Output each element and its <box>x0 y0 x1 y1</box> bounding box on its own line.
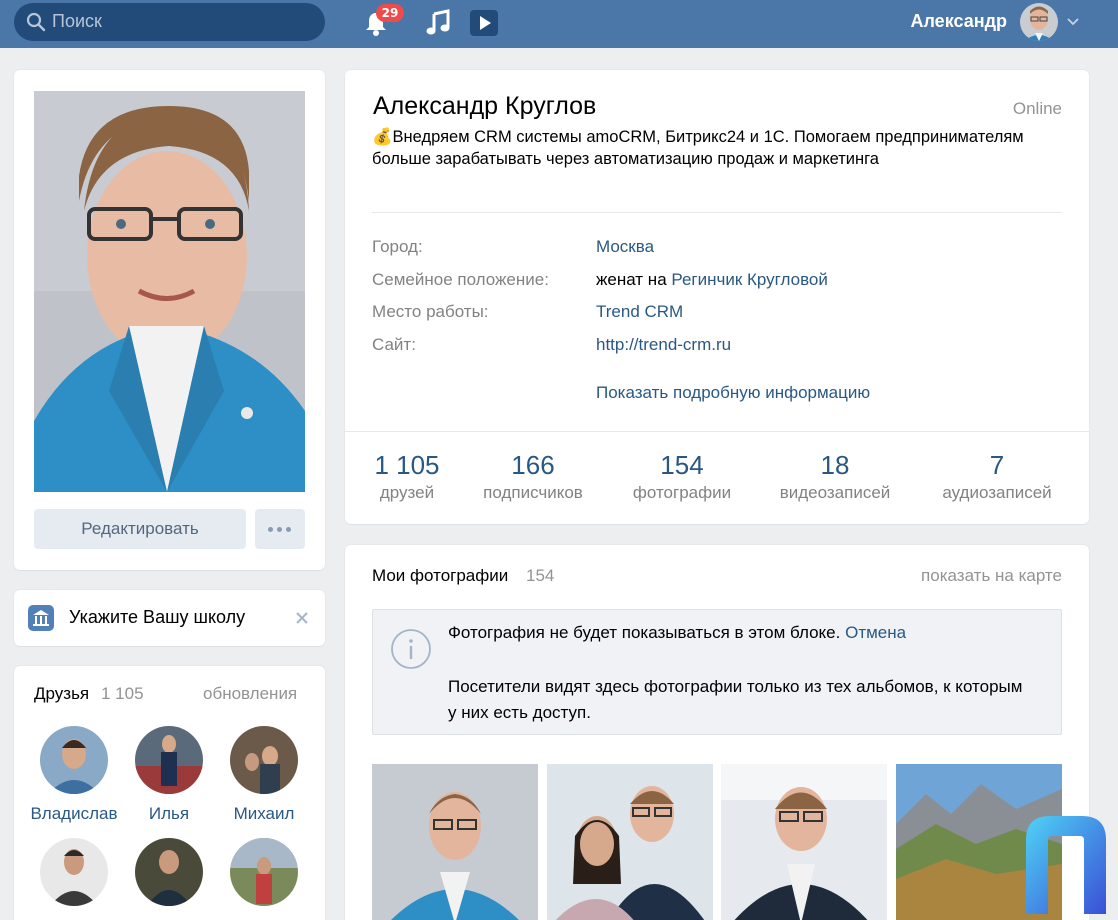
site-link[interactable]: http://trend-crm.ru <box>596 335 731 355</box>
show-details-link[interactable]: Показать подробную информацию <box>596 383 870 403</box>
friend-name: Владислав <box>30 804 118 823</box>
watermark-logo-icon <box>1026 816 1106 914</box>
city-label: Город: <box>372 237 423 256</box>
spouse-link[interactable]: Регинчик Кругловой <box>671 270 828 289</box>
stat-number: 154 <box>660 450 704 480</box>
school-icon <box>28 605 54 631</box>
stat-audios[interactable]: 7 аудиозаписей <box>932 450 1062 503</box>
close-icon[interactable] <box>294 610 310 626</box>
stat-label: друзей <box>379 483 435 502</box>
friend-avatar <box>135 838 203 906</box>
friends-count: 1 105 <box>101 684 144 703</box>
friend-avatar <box>135 726 203 794</box>
show-on-map-link[interactable]: показать на карте <box>921 566 1062 586</box>
friend-item[interactable] <box>124 838 214 916</box>
photo-thumbnail[interactable] <box>372 764 538 920</box>
stat-followers[interactable]: 166 подписчиков <box>474 450 592 503</box>
search-input[interactable]: Поиск <box>14 3 325 41</box>
top-bar: Поиск 29 Александр <box>0 0 1118 48</box>
friend-name: Михаил <box>233 804 295 823</box>
stat-photos[interactable]: 154 фотографии <box>625 450 739 503</box>
stat-label: фотографии <box>632 483 732 502</box>
dot-icon <box>268 527 273 532</box>
stat-label: видеозаписей <box>779 483 891 502</box>
photos-count: 154 <box>526 566 555 585</box>
school-prompt-link[interactable]: Укажите Вашу школу <box>69 607 245 628</box>
search-placeholder: Поиск <box>52 11 102 31</box>
friend-avatar <box>40 726 108 794</box>
photo-thumbnail[interactable] <box>721 764 887 920</box>
more-actions-button[interactable] <box>255 509 305 549</box>
photos-title[interactable]: Мои фотографии <box>372 566 508 586</box>
dot-icon <box>286 527 291 532</box>
info-icon <box>391 629 431 669</box>
cancel-link[interactable]: Отмена <box>845 623 906 642</box>
profile-name: Александр Круглов <box>373 92 597 120</box>
music-icon[interactable] <box>422 7 454 39</box>
stat-friends[interactable]: 1 105 друзей <box>366 450 448 503</box>
dot-icon <box>277 527 282 532</box>
chevron-down-icon[interactable] <box>1066 14 1080 28</box>
stat-number: 18 <box>820 450 850 480</box>
friend-avatar <box>40 838 108 906</box>
work-label: Место работы: <box>372 302 489 321</box>
video-icon[interactable] <box>468 7 500 39</box>
notice-text: Фотография не будет показываться в этом … <box>448 623 906 643</box>
search-icon <box>26 12 46 32</box>
notice-message: Фотография не будет показываться в этом … <box>448 623 846 642</box>
stat-videos[interactable]: 18 видеозаписей <box>770 450 900 503</box>
profile-photo[interactable] <box>34 91 305 492</box>
friends-title[interactable]: Друзья <box>34 684 89 704</box>
photos-notice: Фотография не будет показываться в этом … <box>372 609 1062 735</box>
stat-number: 7 <box>989 450 1005 480</box>
edit-profile-button[interactable]: Редактировать <box>34 509 246 549</box>
friend-item[interactable]: Владислав <box>29 726 119 824</box>
photo-thumbnail[interactable] <box>547 764 713 920</box>
friend-item[interactable]: Михаил <box>219 726 309 824</box>
friend-item[interactable] <box>219 838 309 916</box>
family-label: Семейное положение: <box>372 270 549 289</box>
stat-number: 1 105 <box>374 450 440 480</box>
divider <box>372 212 1062 213</box>
friend-item[interactable] <box>29 838 119 916</box>
stat-label: подписчиков <box>483 483 583 502</box>
notice-explanation: Посетители видят здесь фотографии только… <box>448 677 1023 722</box>
friend-name: Илья <box>148 804 190 823</box>
family-prefix: женат на <box>596 270 672 289</box>
family-value: женат на Регинчик Кругловой <box>596 270 828 290</box>
user-avatar[interactable] <box>1020 3 1058 41</box>
profile-status[interactable]: 💰Внедряем CRM системы amoCRM, Битрикс24 … <box>372 126 1052 170</box>
stat-number: 166 <box>511 450 555 480</box>
friend-avatar <box>230 838 298 906</box>
notifications-badge: 29 <box>376 4 404 22</box>
online-status: Online <box>1012 99 1062 118</box>
friend-avatar <box>230 726 298 794</box>
site-label: Сайт: <box>372 335 416 354</box>
friends-updates-link[interactable]: обновления <box>203 684 297 704</box>
city-link[interactable]: Москва <box>596 237 654 257</box>
stat-label: аудиозаписей <box>942 483 1052 502</box>
divider <box>345 431 1089 432</box>
user-name[interactable]: Александр <box>910 11 1007 32</box>
friend-item[interactable]: Илья <box>124 726 214 824</box>
work-link[interactable]: Trend CRM <box>596 302 683 322</box>
